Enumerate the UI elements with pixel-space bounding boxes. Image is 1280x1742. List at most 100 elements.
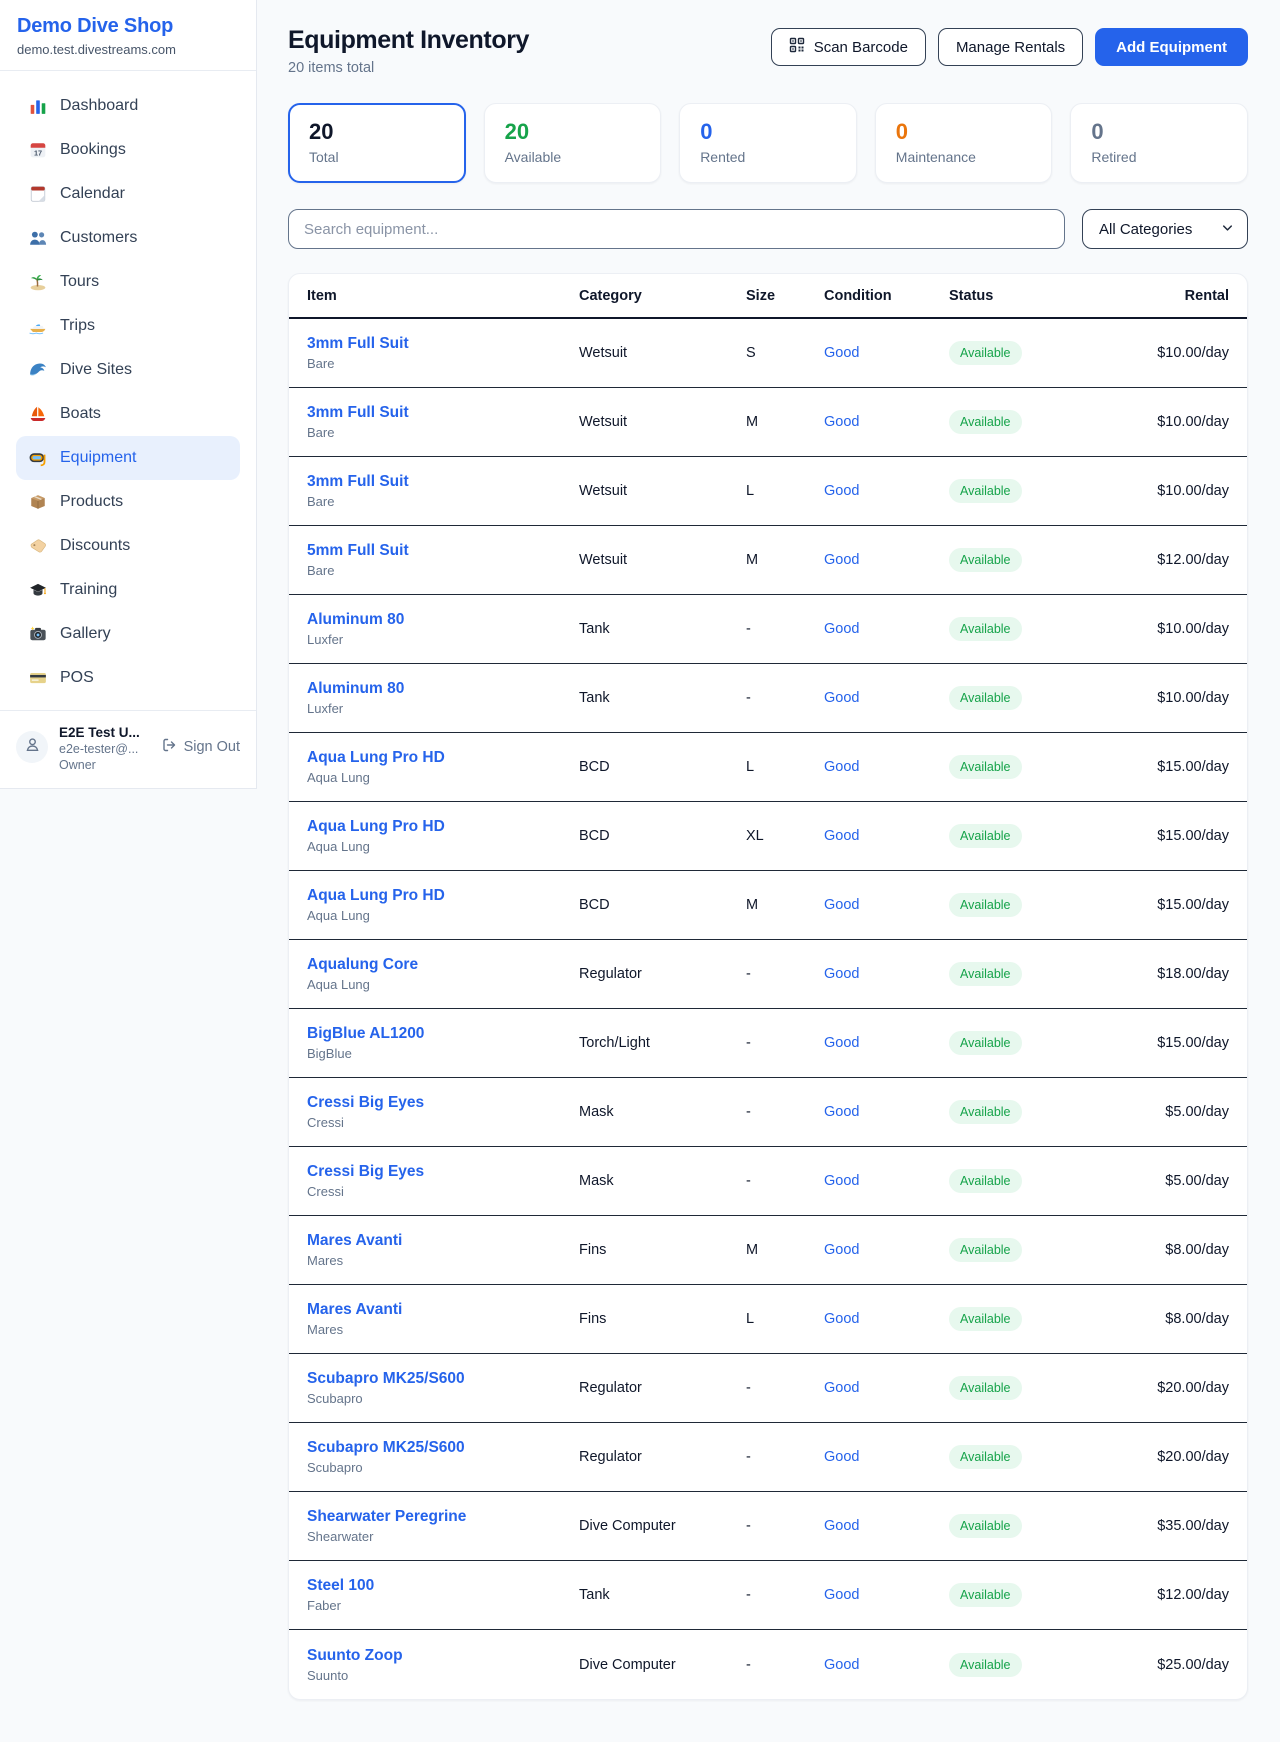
category-select[interactable]: All Categories [1082,209,1248,249]
brand-block: Demo Dive Shop demo.test.divestreams.com [0,0,256,71]
item-size: - [746,966,824,982]
status-cell: Available [949,1169,1125,1193]
sidebar-item-training[interactable]: Training [16,568,240,612]
table-row: Mares Avanti Mares Fins M Good Available… [289,1216,1247,1285]
item-size: M [746,552,824,568]
stat-card-rented[interactable]: 0 Rented [679,103,857,183]
sidebar-item-boats[interactable]: Boats [16,392,240,436]
item-rental: $20.00/day [1125,1449,1229,1465]
item-name-link[interactable]: 3mm Full Suit [307,335,409,353]
item-cell: Cressi Big Eyes Cressi [307,1163,579,1199]
item-name-link[interactable]: 3mm Full Suit [307,404,409,422]
stat-label: Retired [1091,149,1227,165]
app-root: Demo Dive Shop demo.test.divestreams.com… [0,0,1280,1742]
package-icon [29,493,47,511]
stat-value: 0 [1091,119,1227,145]
item-rental: $5.00/day [1125,1104,1229,1120]
sidebar-item-discounts[interactable]: Discounts [16,524,240,568]
stat-card-available[interactable]: 20 Available [484,103,662,183]
stat-card-retired[interactable]: 0 Retired [1070,103,1248,183]
sidebar-item-gallery[interactable]: Gallery [16,612,240,656]
item-condition-link[interactable]: Good [824,759,949,775]
add-equipment-button[interactable]: Add Equipment [1095,28,1248,66]
item-condition-link[interactable]: Good [824,1173,949,1189]
sidebar-item-calendar[interactable]: Calendar [16,172,240,216]
item-condition-link[interactable]: Good [824,966,949,982]
sidebar-item-equipment[interactable]: Equipment [16,436,240,480]
sidebar-item-label: Customers [60,229,137,247]
item-condition-link[interactable]: Good [824,1449,949,1465]
search-input[interactable] [288,209,1065,249]
item-name-link[interactable]: Cressi Big Eyes [307,1094,424,1112]
item-name-link[interactable]: Aluminum 80 [307,611,404,629]
item-condition-link[interactable]: Good [824,552,949,568]
item-condition-link[interactable]: Good [824,414,949,430]
item-condition-link[interactable]: Good [824,897,949,913]
table-row: Aluminum 80 Luxfer Tank - Good Available… [289,595,1247,664]
stat-card-total[interactable]: 20 Total [288,103,466,183]
item-name-link[interactable]: Aqua Lung Pro HD [307,887,445,905]
item-condition-link[interactable]: Good [824,1242,949,1258]
item-condition-link[interactable]: Good [824,1311,949,1327]
item-condition-link[interactable]: Good [824,345,949,361]
item-name-link[interactable]: Shearwater Peregrine [307,1508,466,1526]
scan-barcode-button[interactable]: Scan Barcode [771,28,926,66]
item-name-link[interactable]: BigBlue AL1200 [307,1025,424,1043]
item-brand: Scubapro [307,1460,579,1475]
item-name-link[interactable]: 3mm Full Suit [307,473,409,491]
item-rental: $10.00/day [1125,621,1229,637]
item-condition-link[interactable]: Good [824,483,949,499]
item-name-link[interactable]: Mares Avanti [307,1301,402,1319]
item-name-link[interactable]: Aluminum 80 [307,680,404,698]
table-row: 3mm Full Suit Bare Wetsuit M Good Availa… [289,388,1247,457]
item-condition-link[interactable]: Good [824,690,949,706]
item-category: BCD [579,828,746,844]
item-name-link[interactable]: Suunto Zoop [307,1647,403,1665]
item-name-link[interactable]: Mares Avanti [307,1232,402,1250]
item-brand: BigBlue [307,1046,579,1061]
status-badge: Available [949,824,1022,848]
sidebar-item-dive-sites[interactable]: Dive Sites [16,348,240,392]
stat-value: 20 [505,119,641,145]
item-name-link[interactable]: Aqua Lung Pro HD [307,818,445,836]
item-rental: $5.00/day [1125,1173,1229,1189]
manage-rentals-label: Manage Rentals [956,39,1065,56]
sidebar-item-customers[interactable]: Customers [16,216,240,260]
item-condition-link[interactable]: Good [824,1518,949,1534]
stat-card-maintenance[interactable]: 0 Maintenance [875,103,1053,183]
item-category: Wetsuit [579,414,746,430]
item-name-link[interactable]: Cressi Big Eyes [307,1163,424,1181]
sign-out-button[interactable]: Sign Out [161,737,240,757]
item-condition-link[interactable]: Good [824,1104,949,1120]
item-cell: Mares Avanti Mares [307,1301,579,1337]
item-condition-link[interactable]: Good [824,1035,949,1051]
sidebar-item-dashboard[interactable]: Dashboard [16,84,240,128]
item-name-link[interactable]: Aqualung Core [307,956,418,974]
item-category: Fins [579,1242,746,1258]
sidebar-item-label: Dashboard [60,97,138,115]
table-row: Mares Avanti Mares Fins L Good Available… [289,1285,1247,1354]
item-brand: Aqua Lung [307,908,579,923]
sidebar-item-pos[interactable]: POS [16,656,240,700]
item-condition-link[interactable]: Good [824,621,949,637]
sidebar-item-tours[interactable]: Tours [16,260,240,304]
sidebar-item-products[interactable]: Products [16,480,240,524]
table-row: 3mm Full Suit Bare Wetsuit S Good Availa… [289,319,1247,388]
item-name-link[interactable]: Aqua Lung Pro HD [307,749,445,767]
item-name-link[interactable]: 5mm Full Suit [307,542,409,560]
item-name-link[interactable]: Steel 100 [307,1577,374,1595]
status-cell: Available [949,1238,1125,1262]
item-condition-link[interactable]: Good [824,1380,949,1396]
sidebar-item-trips[interactable]: Trips [16,304,240,348]
sidebar-item-bookings[interactable]: 17 Bookings [16,128,240,172]
item-category: Dive Computer [579,1518,746,1534]
item-size: - [746,1104,824,1120]
item-condition-link[interactable]: Good [824,1587,949,1603]
item-name-link[interactable]: Scubapro MK25/S600 [307,1439,465,1457]
item-name-link[interactable]: Scubapro MK25/S600 [307,1370,465,1388]
manage-rentals-button[interactable]: Manage Rentals [938,28,1083,66]
status-badge: Available [949,1307,1022,1331]
sidebar-item-label: Training [60,581,117,599]
item-condition-link[interactable]: Good [824,828,949,844]
item-condition-link[interactable]: Good [824,1657,949,1673]
